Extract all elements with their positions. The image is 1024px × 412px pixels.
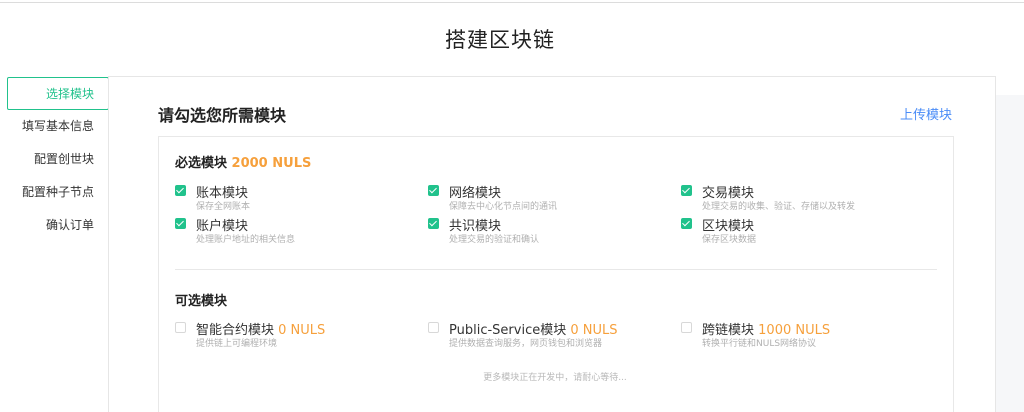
required-title: 必选模块 (175, 156, 228, 171)
module-desc: 处理账户地址的相关信息 (196, 235, 296, 245)
module-desc: 处理交易的验证和确认 (449, 235, 540, 245)
module-desc: 保存全网账本 (196, 202, 251, 212)
optional-section-title: 可选模块 (175, 294, 228, 309)
checkbox-unchecked[interactable] (428, 322, 439, 333)
module-desc: 保存区块数据 (702, 235, 757, 245)
module-desc: 保障去中心化节点间的通讯 (449, 202, 558, 212)
more-modules-note: 更多模块正在开发中，请耐心等待... (483, 373, 627, 383)
checkbox-unchecked[interactable] (681, 322, 692, 333)
sidebar-item-seed-nodes[interactable]: 配置种子节点 (7, 176, 109, 209)
module-desc: 处理交易的收集、验证、存储以及转发 (702, 202, 856, 212)
sidebar-item-genesis-block[interactable]: 配置创世块 (7, 143, 109, 176)
upload-module-link[interactable]: 上传模块 (900, 104, 952, 123)
checkbox-checked[interactable] (681, 218, 692, 229)
required-price: 2000 NULS (231, 156, 312, 171)
sidebar-item-confirm-order[interactable]: 确认订单 (7, 209, 109, 242)
top-divider (0, 2, 1024, 3)
section-divider (175, 269, 937, 270)
sidebar-item-select-modules[interactable]: 选择模块 (7, 77, 109, 110)
checkbox-checked[interactable] (428, 218, 439, 229)
checkbox-unchecked[interactable] (175, 322, 186, 333)
background-strip (996, 95, 1024, 412)
step-sidebar: 选择模块 填写基本信息 配置创世块 配置种子节点 确认订单 (7, 77, 109, 242)
checkbox-checked[interactable] (681, 185, 692, 196)
sidebar-item-basic-info[interactable]: 填写基本信息 (7, 110, 109, 143)
checkbox-checked[interactable] (175, 185, 186, 196)
checkbox-checked[interactable] (175, 218, 186, 229)
module-desc: 转换平行链和NULS网络协议 (702, 339, 817, 349)
module-desc: 提供数据查询服务，网页钱包和浏览器 (449, 339, 603, 349)
card-heading: 请勾选您所需模块 (158, 106, 287, 125)
module-price: 0 NULS (278, 323, 326, 338)
module-desc: 提供链上可编程环境 (196, 339, 278, 349)
required-section-title: 必选模块 2000 NULS (175, 152, 311, 171)
page-title: 搭建区块链 (445, 28, 555, 52)
checkbox-checked[interactable] (428, 185, 439, 196)
